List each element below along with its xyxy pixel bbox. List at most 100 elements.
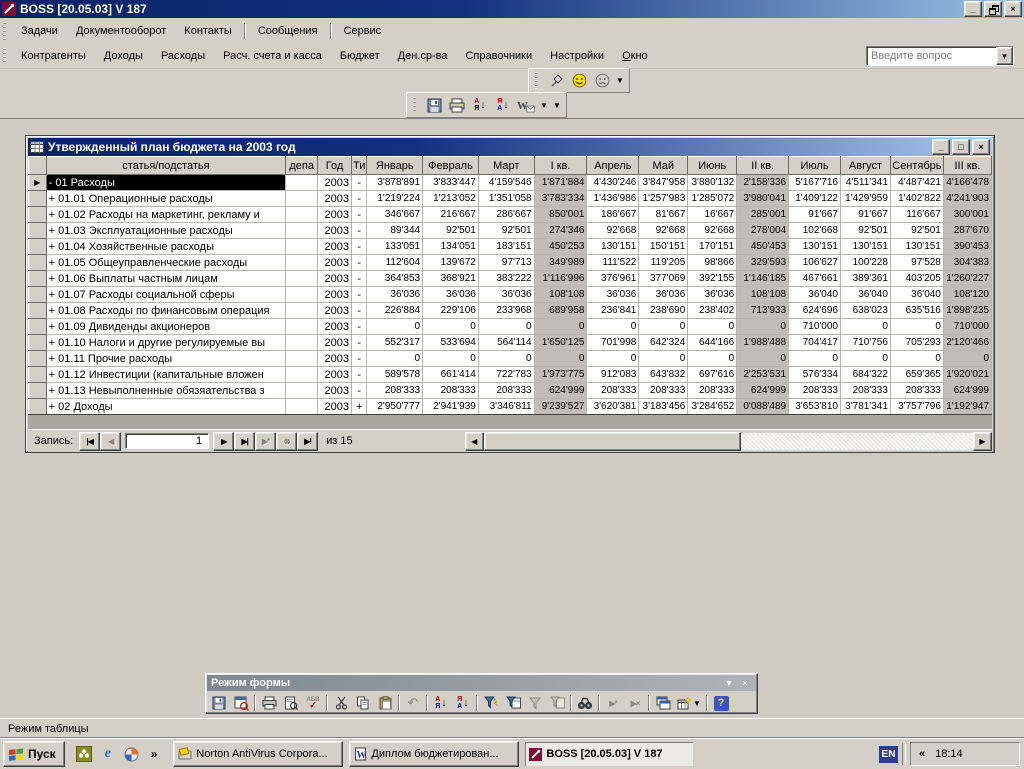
cell-value[interactable]: 285'001 (737, 207, 789, 223)
cell-value[interactable]: 0 (789, 351, 841, 367)
chevron-more-icon[interactable]: » (151, 747, 158, 761)
internet-explorer-icon[interactable]: e (99, 745, 117, 763)
cell-value[interactable]: 1'650'125 (534, 335, 587, 351)
cell-value[interactable]: 0 (367, 319, 423, 335)
cell-value[interactable]: 635'516 (890, 303, 943, 319)
cell-dept[interactable] (286, 399, 318, 415)
print-button[interactable] (258, 693, 280, 713)
select-all-corner[interactable] (29, 157, 47, 175)
row-selector[interactable] (29, 383, 47, 399)
cell-value[interactable]: 624'999 (534, 383, 587, 399)
cell-value[interactable]: 624'999 (943, 383, 991, 399)
undo-button[interactable]: ↶ (402, 693, 424, 713)
cell-value[interactable]: 642'324 (639, 335, 688, 351)
cell-year[interactable]: 2003 (318, 255, 352, 271)
cell-value[interactable]: 130'151 (890, 239, 943, 255)
cell-article[interactable]: + 01.01 Операционные расходы (46, 191, 286, 207)
cell-value[interactable]: 3'783'334 (534, 191, 587, 207)
cell-value[interactable]: 186'667 (587, 207, 639, 223)
row-selector[interactable] (29, 399, 47, 415)
cell-value[interactable]: 1'988'488 (737, 335, 789, 351)
cell-value[interactable]: 346'667 (367, 207, 423, 223)
cell-year[interactable]: 2003 (318, 351, 352, 367)
row-selector[interactable] (29, 351, 47, 367)
menu-item2-0[interactable]: Контрагенты (12, 47, 95, 65)
new-record-button[interactable]: ▶* (602, 693, 624, 713)
cell-year[interactable]: 2003 (318, 191, 352, 207)
cell-value[interactable]: 644'166 (688, 335, 737, 351)
cell-value[interactable]: 0 (840, 351, 890, 367)
cell-type[interactable]: - (351, 255, 366, 271)
cell-value[interactable]: 624'696 (789, 303, 841, 319)
cell-value[interactable]: 1'920'021 (943, 367, 991, 383)
cell-year[interactable]: 2003 (318, 223, 352, 239)
cell-value[interactable]: 0 (737, 319, 789, 335)
cell-value[interactable]: 377'069 (639, 271, 688, 287)
cell-value[interactable]: 98'866 (688, 255, 737, 271)
spelling-button[interactable]: АБВ✓ (302, 693, 324, 713)
cell-value[interactable]: 638'023 (840, 303, 890, 319)
menu-item2-3[interactable]: Расч. счета и касса (214, 47, 331, 65)
cell-value[interactable]: 170'151 (688, 239, 737, 255)
cell-value[interactable]: 710'756 (840, 335, 890, 351)
find-button[interactable] (574, 693, 596, 713)
cell-value[interactable]: 467'661 (789, 271, 841, 287)
cell-value[interactable]: 92'668 (639, 223, 688, 239)
cell-year[interactable]: 2003 (318, 383, 352, 399)
sort-ascending-button[interactable]: АЯ↓ (430, 693, 452, 713)
cell-value[interactable]: 0 (688, 351, 737, 367)
horizontal-scrollbar[interactable]: ◀ ▶ (465, 433, 992, 450)
cell-dept[interactable] (286, 239, 318, 255)
cell-value[interactable]: 92'501 (840, 223, 890, 239)
column-header-1[interactable]: депа (286, 157, 318, 175)
word-mail-merge-button[interactable]: W (515, 95, 537, 115)
cell-value[interactable]: 3'183'456 (639, 399, 688, 415)
cell-value[interactable]: 139'672 (423, 255, 479, 271)
help-button[interactable]: ? (710, 693, 732, 713)
cell-value[interactable]: 0 (840, 319, 890, 335)
cell-value[interactable]: 229'106 (423, 303, 479, 319)
cell-value[interactable]: 4'430'246 (587, 175, 639, 191)
cell-value[interactable]: 450'253 (534, 239, 587, 255)
cell-year[interactable]: 2003 (318, 175, 352, 191)
cell-value[interactable]: 112'604 (367, 255, 423, 271)
media-player-icon[interactable] (123, 745, 141, 763)
paste-button[interactable] (374, 693, 396, 713)
cell-value[interactable]: 91'667 (840, 207, 890, 223)
menu-item-2[interactable]: Контакты (175, 22, 241, 40)
cell-value[interactable]: 92'501 (423, 223, 479, 239)
cell-dept[interactable] (286, 207, 318, 223)
cell-type[interactable]: - (351, 239, 366, 255)
cell-value[interactable]: 390'453 (943, 239, 991, 255)
toolbar-grip[interactable] (413, 97, 416, 114)
cell-value[interactable]: 3'346'811 (478, 399, 534, 415)
cell-type[interactable]: - (351, 223, 366, 239)
cell-value[interactable]: 274'346 (534, 223, 587, 239)
cell-value[interactable]: 208'333 (367, 383, 423, 399)
cell-type[interactable]: - (351, 175, 366, 191)
column-header-13[interactable]: Август (840, 157, 890, 175)
cell-value[interactable]: 349'989 (534, 255, 587, 271)
question-box-dropdown[interactable]: ▼ (996, 47, 1013, 65)
menu-item2-7[interactable]: Настройки (541, 47, 613, 65)
apply-filter-button[interactable] (546, 693, 568, 713)
cell-value[interactable]: 133'051 (367, 239, 423, 255)
cell-type[interactable]: - (351, 367, 366, 383)
save-button[interactable] (423, 95, 445, 115)
cell-value[interactable]: 108'108 (737, 287, 789, 303)
cell-type[interactable]: - (351, 287, 366, 303)
cell-value[interactable]: 92'501 (478, 223, 534, 239)
toolbar-grip[interactable] (535, 72, 538, 88)
column-header-15[interactable]: III кв. (943, 157, 991, 175)
cell-value[interactable]: 661'414 (423, 367, 479, 383)
cell-value[interactable]: 150'151 (639, 239, 688, 255)
cell-value[interactable]: 3'757'796 (890, 399, 943, 415)
cell-value[interactable]: 286'667 (478, 207, 534, 223)
form-toolbar-titlebar[interactable]: Режим формы ▼ × (207, 675, 756, 691)
cell-dept[interactable] (286, 255, 318, 271)
sort-descending-button[interactable]: ЯА↓ (492, 95, 514, 115)
cell-article[interactable]: + 01.05 Общеуправленческие расходы (46, 255, 286, 271)
row-selector[interactable] (29, 271, 47, 287)
minimize-button[interactable]: _ (964, 1, 982, 17)
cell-value[interactable]: 92'501 (890, 223, 943, 239)
